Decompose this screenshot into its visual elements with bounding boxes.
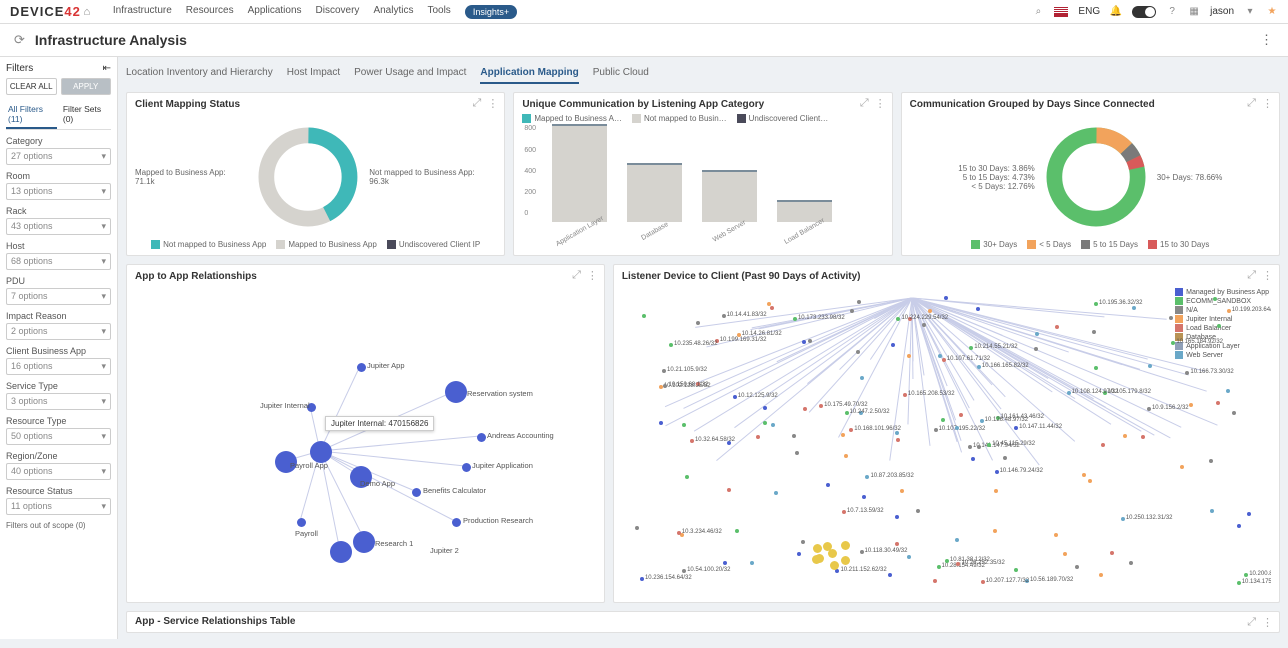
tab-all-filters[interactable]: All Filters (11) [6, 101, 57, 129]
nav-tools[interactable]: Tools [427, 5, 450, 19]
menu-icon[interactable]: ⋮ [1262, 97, 1273, 110]
card-unique-comm: Unique Communication by Listening App Ca… [513, 92, 892, 256]
filter-select-category[interactable]: 27 options▾ [6, 148, 111, 165]
menu-icon[interactable]: ⋮ [587, 269, 598, 282]
network-graph[interactable]: Jupiter Internal: 470156826 Jupiter App … [135, 286, 596, 596]
tab-power[interactable]: Power Usage and Impact [354, 67, 466, 84]
collapse-icon[interactable]: ⇤ [103, 63, 111, 74]
filters-label: Filters [6, 63, 33, 74]
expand-icon[interactable]: ⤢ [572, 269, 581, 282]
menu-icon[interactable]: ⋮ [487, 97, 498, 110]
filter-select-room[interactable]: 13 options▾ [6, 183, 111, 200]
search-icon[interactable]: ⌕ [1032, 6, 1044, 18]
user-name[interactable]: jason [1210, 6, 1234, 17]
sub-tabs: Location Inventory and Hierarchy Host Im… [126, 63, 1280, 92]
card-days-connected: Communication Grouped by Days Since Conn… [901, 92, 1280, 256]
filter-select-region-zone[interactable]: 40 options▾ [6, 463, 111, 480]
filter-select-resource-status[interactable]: 11 options▾ [6, 498, 111, 515]
menu-icon[interactable]: ⋮ [1262, 616, 1273, 629]
slice-label-30plus: 30+ Days: 78.66% [1157, 173, 1223, 182]
filter-select-pdu[interactable]: 7 options▾ [6, 288, 111, 305]
home-icon[interactable]: ⌂ [81, 6, 93, 18]
card-mapping-status: Client Mapping Status ⤢ ⋮ Mapped to Busin… [126, 92, 505, 256]
menu-icon[interactable]: ⋮ [875, 97, 886, 110]
donut-chart [1041, 122, 1151, 232]
page-title: Infrastructure Analysis [35, 32, 187, 48]
filter-label: PDU [6, 276, 111, 286]
card-title: Communication Grouped by Days Since Conn… [910, 99, 1271, 110]
expand-icon[interactable]: ⤢ [1247, 269, 1256, 282]
apply-button[interactable]: APPLY [61, 78, 112, 95]
card-title: App - Service Relationships Table [135, 616, 1271, 627]
slice-label-mapped: Mapped to Business App: 71.1k [135, 168, 247, 186]
filter-select-client-business-app[interactable]: 16 options▾ [6, 358, 111, 375]
tab-host-impact[interactable]: Host Impact [287, 67, 340, 84]
logo: DEVICE42 [10, 4, 81, 19]
filter-label: Host [6, 241, 111, 251]
filter-select-impact-reason[interactable]: 2 options▾ [6, 323, 111, 340]
card-app-to-app: App to App Relationships ⤢ ⋮ Jupiter Inte… [126, 264, 605, 603]
nav-resources[interactable]: Resources [186, 5, 234, 19]
bell-icon[interactable]: 🔔 [1110, 6, 1122, 18]
menu-icon[interactable]: ⋮ [1262, 269, 1273, 282]
filter-sidebar: Filters ⇤ CLEAR ALL APPLY All Filters (1… [0, 57, 118, 639]
filter-select-host[interactable]: 68 options▾ [6, 253, 111, 270]
tab-location[interactable]: Location Inventory and Hierarchy [126, 67, 273, 84]
top-bar: DEVICE42 ⌂ Infrastructure Resources Appl… [0, 0, 1288, 24]
page-header: ⟳ Infrastructure Analysis ⋮ [0, 24, 1288, 57]
top-right: ⌕ ENG 🔔 ? ▦ jason ▾ ★ [1032, 6, 1278, 18]
chevron-down-icon[interactable]: ▾ [1244, 6, 1256, 18]
tab-filter-sets[interactable]: Filter Sets (0) [61, 101, 111, 129]
filter-label: Category [6, 136, 111, 146]
card-listener-device: Listener Device to Client (Past 90 Days … [613, 264, 1280, 603]
donut-chart [253, 122, 363, 232]
expand-icon[interactable]: ⤢ [473, 97, 482, 110]
filter-label: Impact Reason [6, 311, 111, 321]
card-title: Unique Communication by Listening App Ca… [522, 99, 883, 110]
star-icon[interactable]: ★ [1266, 6, 1278, 18]
card-app-service-table: App - Service Relationships Table ⤢ ⋮ [126, 611, 1280, 633]
nav-analytics[interactable]: Analytics [373, 5, 413, 19]
content: Location Inventory and Hierarchy Host Im… [118, 57, 1288, 639]
tab-public-cloud[interactable]: Public Cloud [593, 67, 649, 84]
bar-chart: 8006004002000 Application Layer Database… [522, 125, 883, 235]
grid-icon[interactable]: ▦ [1188, 6, 1200, 18]
clear-all-button[interactable]: CLEAR ALL [6, 78, 57, 95]
expand-icon[interactable]: ⤢ [1247, 616, 1256, 629]
filter-select-rack[interactable]: 43 options▾ [6, 218, 111, 235]
refresh-icon[interactable]: ⟳ [14, 32, 25, 48]
dense-network[interactable]: Managed by Business AppECOMM_SANDBOXN/AJ… [622, 286, 1271, 596]
nav-applications[interactable]: Applications [248, 5, 302, 19]
slice-label-notmapped: Not mapped to Business App: 96.3k [369, 168, 496, 186]
nav-infrastructure[interactable]: Infrastructure [113, 5, 172, 19]
filter-select-resource-type[interactable]: 50 options▾ [6, 428, 111, 445]
tab-app-mapping[interactable]: Application Mapping [480, 67, 578, 84]
filter-label: Resource Type [6, 416, 111, 426]
card-title: Client Mapping Status [135, 99, 496, 110]
card-title: Listener Device to Client (Past 90 Days … [622, 271, 1271, 282]
expand-icon[interactable]: ⤢ [860, 97, 869, 110]
card-title: App to App Relationships [135, 271, 596, 282]
filters-oos[interactable]: Filters out of scope (0) [6, 521, 111, 530]
theme-toggle[interactable] [1132, 6, 1156, 18]
insights-button[interactable]: Insights+ [465, 5, 517, 19]
filter-label: Service Type [6, 381, 111, 391]
help-icon[interactable]: ? [1166, 6, 1178, 18]
filter-label: Resource Status [6, 486, 111, 496]
nav-discovery[interactable]: Discovery [316, 5, 360, 19]
lang-label[interactable]: ENG [1078, 6, 1100, 17]
filter-select-service-type[interactable]: 3 options▾ [6, 393, 111, 410]
filter-label: Client Business App [6, 346, 111, 356]
flag-icon [1054, 7, 1068, 17]
filter-label: Region/Zone [6, 451, 111, 461]
top-nav: Infrastructure Resources Applications Di… [113, 5, 517, 19]
tooltip: Jupiter Internal: 470156826 [325, 416, 434, 431]
expand-icon[interactable]: ⤢ [1247, 97, 1256, 110]
filter-label: Rack [6, 206, 111, 216]
page-menu-icon[interactable]: ⋮ [1260, 32, 1274, 48]
filter-label: Room [6, 171, 111, 181]
